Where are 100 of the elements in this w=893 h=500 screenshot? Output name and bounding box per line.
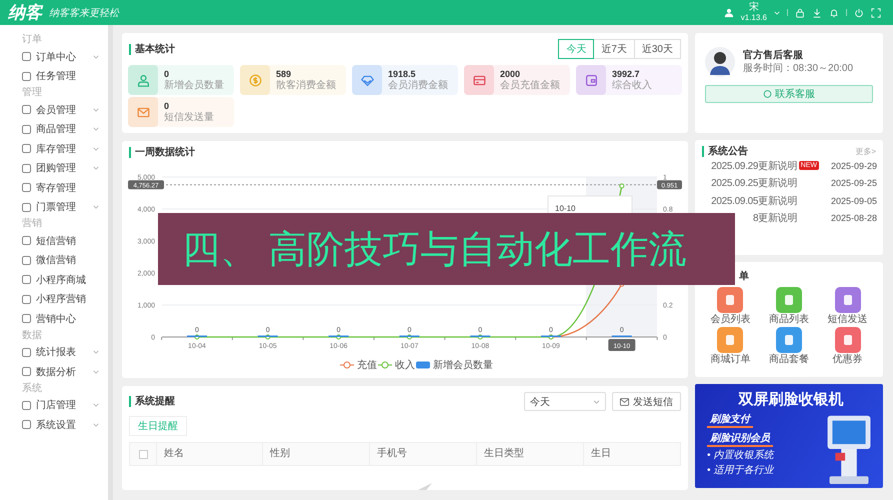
square-outline-icon <box>22 105 31 114</box>
sidebar-item[interactable]: 任务管理 <box>0 66 108 86</box>
sidebar-item[interactable]: 团购管理 <box>0 158 108 178</box>
lock-icon[interactable] <box>795 8 805 18</box>
menu-group-label: 营销 <box>21 217 43 231</box>
card-title: 系统公告 <box>702 146 748 157</box>
legend-line-icon[interactable] <box>340 362 354 368</box>
square-outline-icon <box>22 52 31 62</box>
sidebar-item[interactable]: 库存管理 <box>0 139 108 158</box>
square-outline-icon <box>22 256 31 265</box>
quick-menu-label[interactable]: 商品列表 <box>768 313 809 326</box>
square-outline-icon <box>22 236 31 246</box>
ad-highlight: 刷脸支付 <box>707 412 753 428</box>
card-title: 基本统计 <box>129 44 175 54</box>
square-outline-icon <box>22 294 31 304</box>
notice-title[interactable]: 2025.09.25更新说明 <box>711 176 797 190</box>
column-header: 生日类型 <box>476 443 583 465</box>
square-outline-icon <box>22 367 31 376</box>
quick-menu-label[interactable]: 商城订单 <box>710 353 750 366</box>
sidebar-item[interactable]: 系统设置 <box>0 415 108 434</box>
stat-value: 3992.7 <box>612 68 641 80</box>
sidebar-item[interactable]: 会员管理 <box>0 100 108 120</box>
legend-bar-icon[interactable] <box>416 362 430 368</box>
notice-title[interactable]: 2025.09.05更新说明 <box>711 194 797 208</box>
sidebar-item[interactable]: 小程序营销 <box>0 290 108 309</box>
notice-date: 2025-08-28 <box>830 213 877 224</box>
sidebar-item[interactable]: 短信营销 <box>0 231 108 250</box>
range-tab[interactable]: 近30天 <box>634 39 681 59</box>
sidebar-item[interactable]: 统计报表 <box>0 342 108 362</box>
quick-menu-label[interactable]: 短信发送 <box>828 313 868 326</box>
avatar <box>705 47 735 77</box>
checkbox[interactable] <box>138 450 148 458</box>
sidebar-item[interactable]: 数据分析 <box>0 362 108 382</box>
chevron-icon <box>593 400 600 404</box>
download-icon[interactable] <box>812 8 822 18</box>
square-outline-icon <box>22 164 31 173</box>
sidebar-item[interactable]: 营销中心 <box>0 309 108 328</box>
card-title: 单 <box>739 271 749 282</box>
menu-group-label: 系统 <box>21 382 43 396</box>
ad-title: 双屏刷脸收银机 <box>738 390 844 409</box>
notice-date: 2025-09-05 <box>830 196 877 206</box>
sidebar-item[interactable]: 订单中心 <box>0 47 108 66</box>
square-outline-icon <box>22 348 31 357</box>
notice-date: 2025-09-25 <box>830 178 877 188</box>
square-outline-icon <box>22 183 31 192</box>
data-point <box>619 183 624 188</box>
stat-label: 短信发送量 <box>164 112 214 124</box>
caret-icon[interactable] <box>774 10 780 14</box>
stat-label: 综合收入 <box>612 80 652 92</box>
sidebar-item[interactable]: 微信营销 <box>0 250 108 270</box>
legend-line-icon[interactable] <box>378 362 392 368</box>
column-header: 性别 <box>262 443 369 465</box>
stat-label: 散客消费金额 <box>276 80 336 92</box>
square-outline-icon <box>22 72 31 81</box>
user-icon[interactable] <box>724 8 734 18</box>
square-outline-icon <box>22 202 31 212</box>
fullscreen-icon[interactable] <box>871 8 881 18</box>
card-title: 一周数据统计 <box>129 147 195 158</box>
sidebar-item[interactable]: 门票管理 <box>0 198 108 217</box>
legend-label[interactable]: 充值 <box>357 360 377 371</box>
square-outline-icon <box>22 420 31 430</box>
column-header: 生日 <box>583 443 680 465</box>
stat-label: 会员消费金额 <box>388 80 448 92</box>
ad-highlight: 刷脸识别会员 <box>707 431 773 447</box>
stat-value: 2000 <box>500 68 522 80</box>
square-outline-icon <box>22 144 31 154</box>
stat-value: 0 <box>164 68 170 80</box>
square-outline-icon <box>22 275 31 284</box>
legend-label[interactable]: 新增会员数量 <box>433 360 493 371</box>
column-header: 手机号 <box>369 443 476 465</box>
quick-menu-label[interactable]: 优惠券 <box>832 353 863 366</box>
send-sms-button[interactable]: 发送短信 <box>612 392 681 411</box>
power-icon[interactable] <box>854 8 864 18</box>
period-select[interactable]: 今天 <box>524 392 606 411</box>
stat-value: 589 <box>276 68 292 80</box>
legend-label[interactable]: 收入 <box>395 360 415 371</box>
service-title: 官方售后客服 <box>743 49 804 62</box>
sidebar-item[interactable]: 商品管理 <box>0 120 108 139</box>
column-header: 姓名 <box>156 443 262 465</box>
bell-icon[interactable] <box>829 8 839 18</box>
ad-banner[interactable]: 双屏刷脸收银机 刷脸支付 刷脸识别会员 • 内置收银系统 • 适用于各行业 <box>695 384 883 488</box>
sidebar-item[interactable]: 寄存管理 <box>0 178 108 198</box>
ad-bullet: • 内置收银系统 <box>707 450 774 462</box>
square-outline-icon <box>22 124 31 134</box>
service-hours: 服务时间：08:30～20:00 <box>743 62 854 75</box>
notice-date: 2025-09-29 <box>830 160 877 171</box>
menu-group-label: 订单 <box>21 33 43 47</box>
logo: 纳客 <box>8 2 42 24</box>
sidebar-item[interactable]: 门店管理 <box>0 396 108 415</box>
menu-group-label: 数据 <box>21 328 43 342</box>
range-tab[interactable]: 近7天 <box>593 39 635 59</box>
stat-label: 会员充值金额 <box>500 80 560 92</box>
stat-value: 0 <box>164 100 170 112</box>
notice-title[interactable]: 8更新说明 <box>752 211 797 226</box>
version-label: v1.13.6 <box>740 12 767 22</box>
quick-menu-label[interactable]: 商品套餐 <box>768 353 809 366</box>
notice-title[interactable]: 2025.09.29更新说明 <box>711 158 797 173</box>
quick-menu-label[interactable]: 会员列表 <box>710 313 750 326</box>
menu-group-label: 管理 <box>21 86 43 100</box>
sidebar-item[interactable]: 小程序商城 <box>0 270 108 290</box>
